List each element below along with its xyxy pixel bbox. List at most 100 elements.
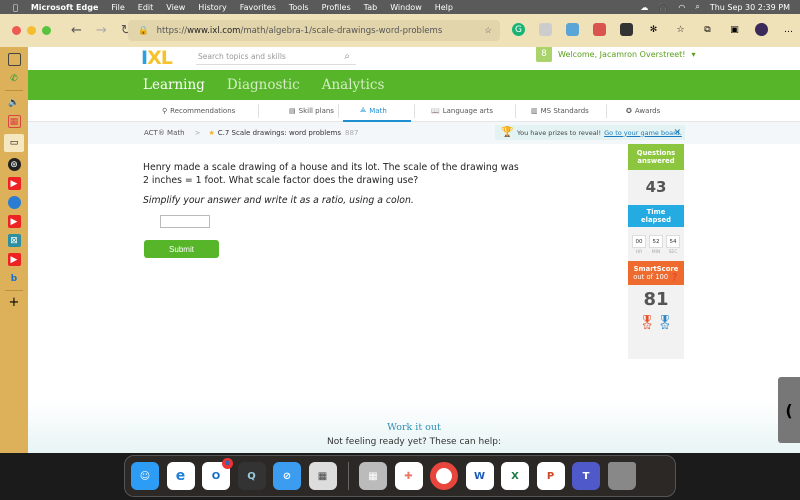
outlook-badge: 8 — [222, 458, 233, 469]
subtab-recommendations[interactable]: ⚲ Recommendations — [162, 107, 235, 115]
help-text: Not feeling ready yet? These can help: — [327, 437, 501, 447]
profile-avatar[interactable] — [755, 23, 768, 36]
question-text: Henry made a scale drawing of a house an… — [143, 162, 519, 186]
menu-view[interactable]: View — [166, 3, 185, 12]
back-icon[interactable]: ← — [71, 23, 82, 38]
forward-icon[interactable]: → — [96, 23, 107, 38]
edge-sidebar: ✆ 🔈 ▦ ▭ ⊛ ▶ ▶ ⊠ ▶ b + — [0, 47, 28, 453]
prize-banner: 🏆 You have prizes to reveal! Go to your … — [495, 125, 685, 140]
menu-favorites[interactable]: Favorites — [240, 3, 276, 12]
more-icon[interactable]: … — [782, 23, 795, 36]
menu-window[interactable]: Window — [390, 3, 422, 12]
address-bar[interactable]: 🔒 https://www.ixl.com/math/algebra-1/sca… — [128, 20, 500, 41]
chrome-icon[interactable] — [430, 462, 458, 490]
breadcrumb-subject[interactable]: ACT® Math — [144, 129, 185, 137]
timer-unit: MIN — [651, 250, 661, 255]
menu-help[interactable]: Help — [435, 3, 453, 12]
extension-icon[interactable] — [566, 23, 579, 36]
side-panel-toggle[interactable]: ( — [778, 377, 800, 443]
tab-actions-icon[interactable] — [7, 53, 21, 66]
subtab-math[interactable]: ⟁ Math — [360, 106, 387, 115]
search-icon[interactable]: ⌕ — [344, 51, 350, 62]
stats-panel: Questions answered 43 Time elapsed 00 HR … — [628, 144, 684, 359]
headphones-icon[interactable]: 🎧 — [658, 3, 668, 12]
add-tab-icon[interactable]: + — [8, 295, 21, 310]
launchpad-icon[interactable]: ▦ — [359, 462, 387, 490]
ixl-logo[interactable]: IXL — [141, 47, 173, 69]
skill-name: C.7 Scale drawings: word problems — [217, 129, 342, 137]
subtab-ms-standards[interactable]: ▥ MS Standards — [531, 107, 589, 115]
calendar-tab-icon[interactable]: ▦ — [7, 115, 21, 128]
ixl-tab-icon[interactable]: ⊠ — [7, 234, 21, 247]
menu-tab[interactable]: Tab — [364, 3, 378, 12]
tab-analytics[interactable]: Analytics — [322, 77, 385, 93]
tab-icon[interactable]: ⊛ — [7, 158, 21, 171]
skill-plans-icon: ▤ — [289, 106, 296, 115]
app-icon[interactable]: ✚ — [394, 462, 423, 490]
timer-unit: SEC — [668, 250, 678, 255]
favorites-icon[interactable]: ☆ — [674, 23, 687, 36]
breadcrumb-separator: > — [194, 129, 201, 137]
extension-icon[interactable] — [593, 23, 606, 36]
extension-icon[interactable] — [539, 23, 552, 36]
label-line: Questions — [636, 149, 676, 157]
screenshot-icon[interactable]: ▣ — [728, 23, 741, 36]
safari-icon[interactable]: ⊘ — [273, 462, 301, 490]
subtab-awards[interactable]: ✪ Awards — [626, 107, 660, 115]
subtab-language-arts[interactable]: 📖 Language arts — [431, 107, 493, 115]
chevron-down-icon: ▾ — [691, 49, 696, 59]
wifi-icon[interactable]: ◠ — [678, 3, 685, 12]
maximize-window-button[interactable] — [42, 26, 51, 35]
menu-file[interactable]: File — [111, 3, 124, 12]
calculator-icon[interactable]: ▦ — [308, 462, 337, 490]
close-window-button[interactable] — [12, 26, 21, 35]
cloud-icon[interactable]: ☁ — [640, 3, 648, 12]
trash-icon[interactable] — [607, 462, 636, 490]
menu-history[interactable]: History — [198, 3, 226, 12]
tab-learning[interactable]: Learning — [143, 77, 205, 93]
favorite-star-icon[interactable]: ☆ — [484, 26, 492, 36]
mac-dock: ☺ e O8 Q ⊘ ▦ ▦ ✚ W X P T — [124, 455, 676, 497]
edge-tab-icon[interactable] — [7, 196, 21, 209]
minimize-window-button[interactable] — [27, 26, 36, 35]
youtube-tab-icon[interactable]: ▶ — [7, 177, 21, 190]
bing-tab-icon[interactable]: b — [8, 272, 21, 285]
menu-profiles[interactable]: Profiles — [322, 3, 351, 12]
finder-icon[interactable]: ☺ — [131, 462, 159, 490]
apple-icon[interactable]:  — [13, 3, 18, 12]
extensions-puzzle-icon[interactable]: ✻ — [647, 23, 660, 36]
teams-icon[interactable]: T — [572, 462, 600, 490]
outlook-icon[interactable]: O8 — [202, 458, 233, 490]
submit-button[interactable]: Submit — [144, 240, 219, 258]
clock[interactable]: Thu Sep 30 2:39 PM — [710, 3, 790, 12]
star-icon: ★ — [208, 129, 215, 137]
user-menu[interactable]: 8 Welcome, Jacamron Overstreet! ▾ — [536, 47, 696, 62]
youtube-tab-icon[interactable]: ▶ — [7, 215, 21, 228]
questions-answered-value: 43 — [645, 178, 667, 196]
word-icon[interactable]: W — [465, 462, 494, 490]
collections-icon[interactable]: ⧉ — [701, 23, 714, 36]
menu-tools[interactable]: Tools — [289, 3, 309, 12]
search-input[interactable]: Search topics and skills ⌕ — [196, 48, 356, 65]
edge-icon[interactable]: e — [166, 462, 195, 490]
skill-code: 887 — [345, 129, 359, 137]
speaker-icon[interactable]: 🔈 — [8, 96, 21, 109]
subtab-skill-plans[interactable]: ▤ Skill plans — [289, 107, 334, 115]
grammarly-extension-icon[interactable]: G — [512, 23, 525, 36]
tab-diagnostic[interactable]: Diagnostic — [227, 77, 300, 93]
menu-edit[interactable]: Edit — [138, 3, 154, 12]
help-icon[interactable]: ❓ — [670, 273, 678, 281]
close-icon[interactable]: ✕ — [673, 128, 681, 138]
answer-input[interactable] — [160, 215, 210, 228]
excel-icon[interactable]: X — [501, 462, 529, 490]
powerpoint-icon[interactable]: P — [536, 462, 565, 490]
active-tab-icon[interactable]: ▭ — [4, 134, 24, 152]
phone-icon[interactable]: ✆ — [8, 72, 21, 85]
quicktime-icon[interactable]: Q — [237, 462, 266, 490]
game-board-link[interactable]: Go to your game board. — [604, 129, 682, 137]
search-icon[interactable]: ⌕ — [695, 2, 699, 12]
extension-icon[interactable] — [620, 23, 633, 36]
youtube-tab-icon[interactable]: ▶ — [7, 253, 21, 266]
menu-app-name[interactable]: Microsoft Edge — [31, 3, 99, 12]
subtab-label: Skill plans — [298, 106, 334, 115]
